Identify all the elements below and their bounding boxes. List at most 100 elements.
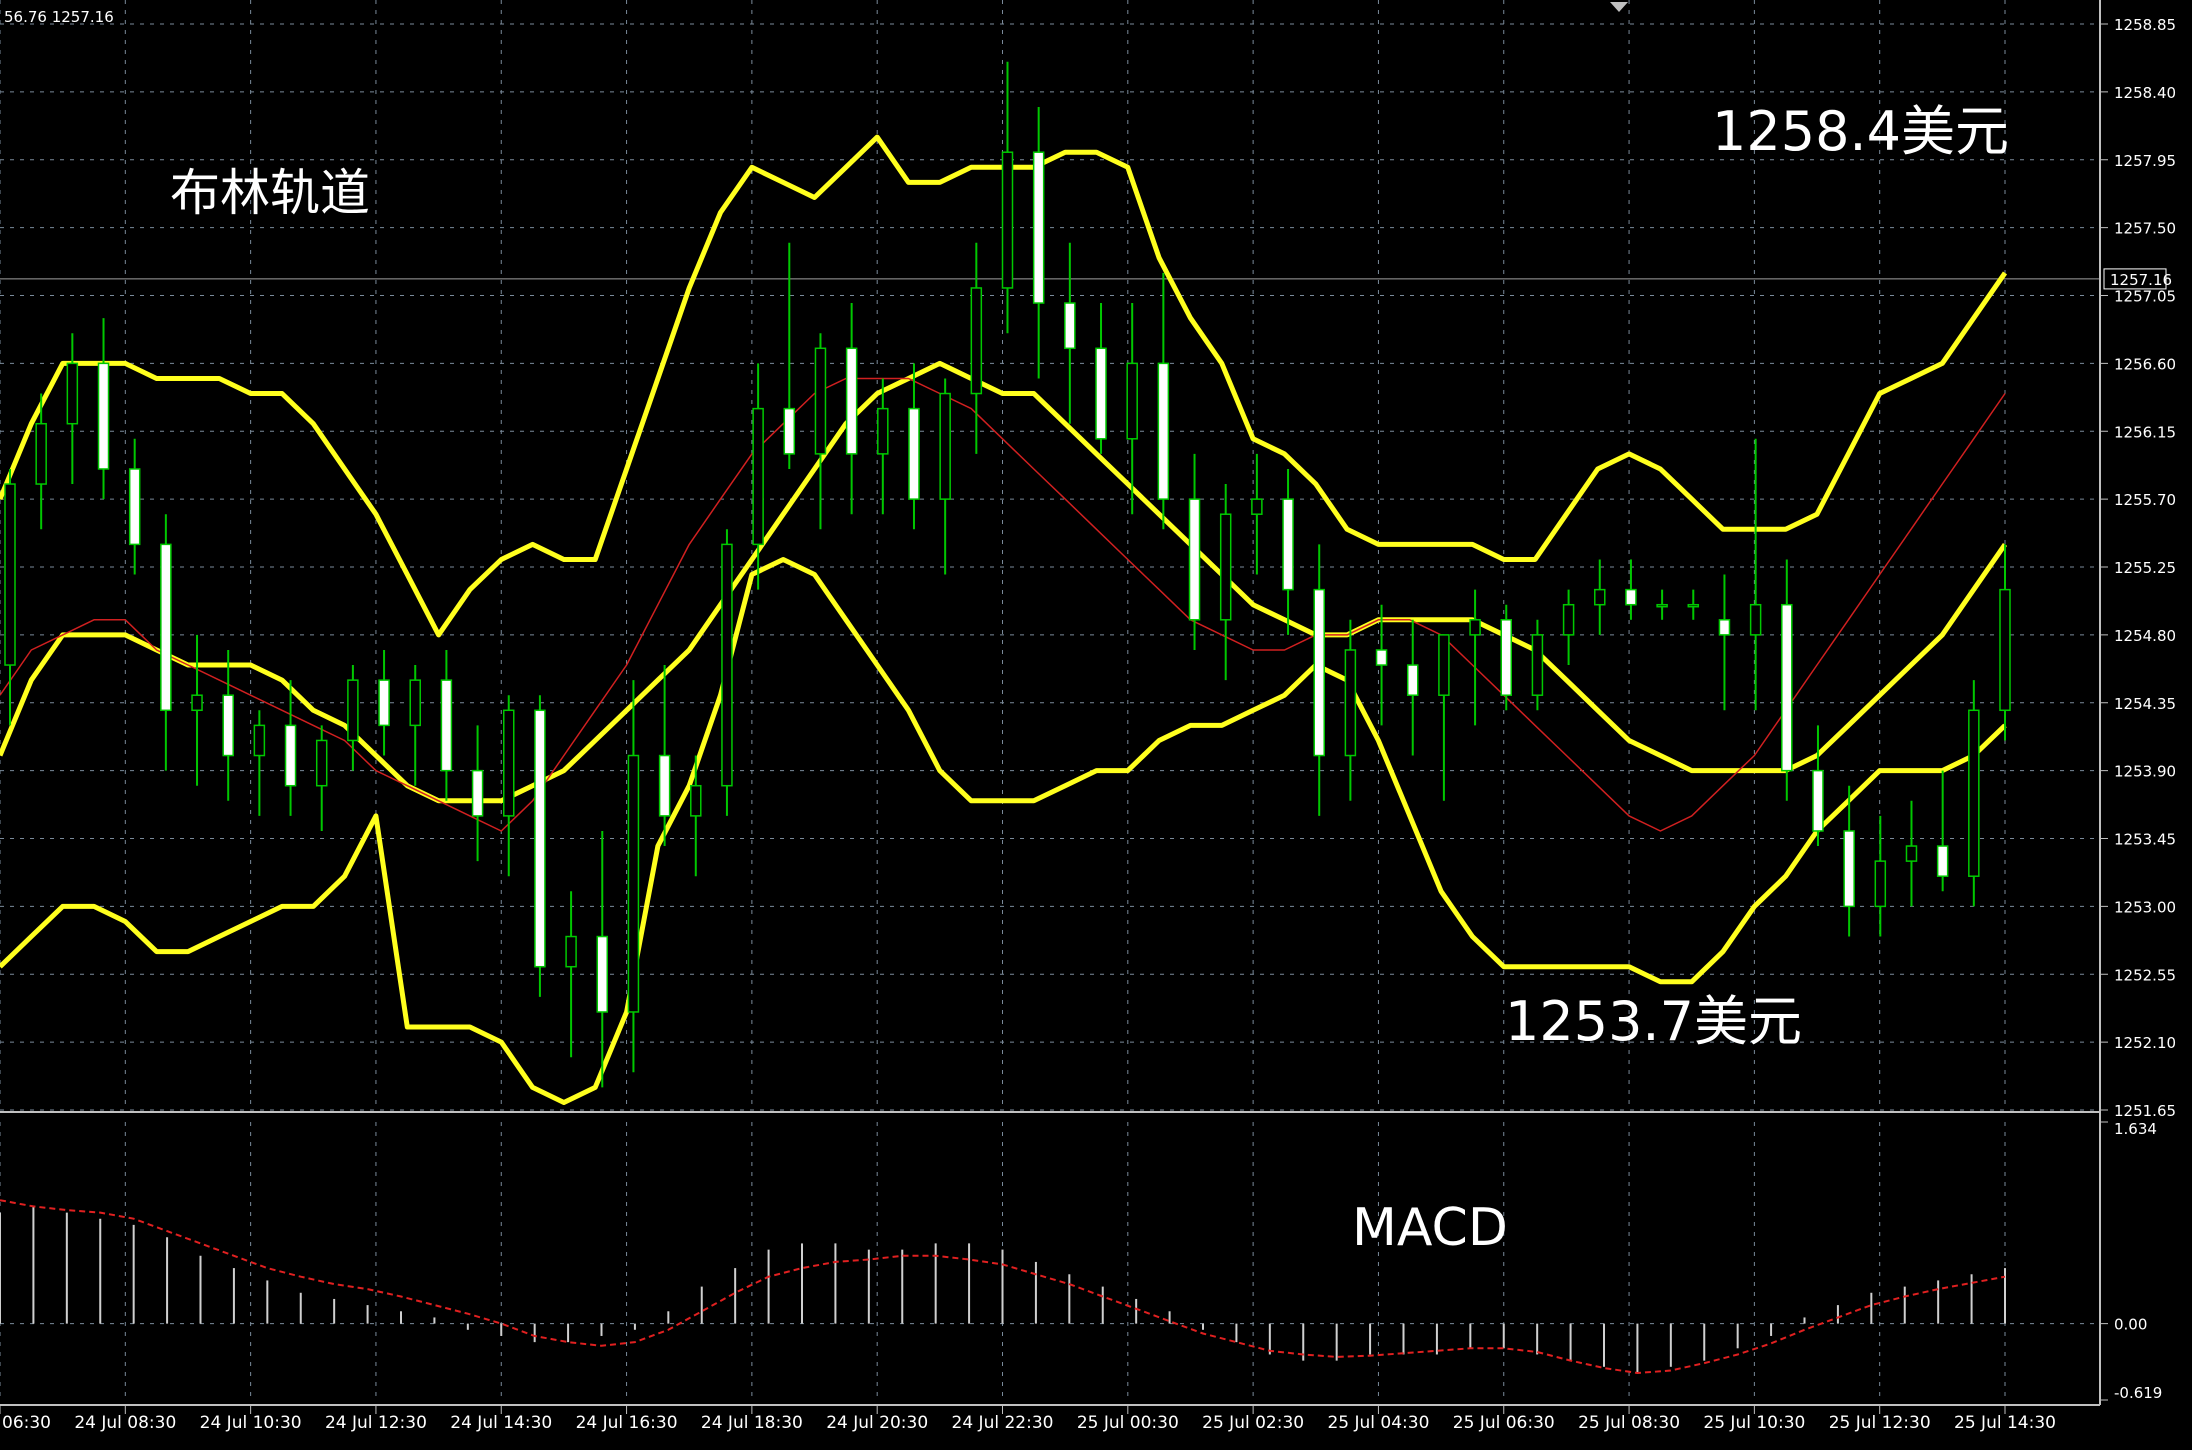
bear-candle	[97, 362, 110, 470]
price-tick-label: 1251.65	[2114, 1102, 2176, 1120]
bull-candle	[1749, 603, 1762, 636]
price-tick-label: 1252.55	[2114, 966, 2176, 984]
macd-tick-label: -0.619	[2114, 1384, 2162, 1402]
bear-candle	[1282, 498, 1294, 591]
bear-candle	[1406, 664, 1419, 696]
bear-candle	[378, 679, 390, 727]
bear-candle	[160, 543, 172, 712]
bull-candle	[1469, 619, 1481, 636]
price-tick-label: 1256.60	[2114, 355, 2176, 373]
bear-candle	[1313, 588, 1325, 757]
bull-candle	[565, 935, 577, 968]
price-tick-label: 1258.40	[2114, 84, 2176, 102]
bull-candle	[970, 287, 983, 395]
price-tick-label: 1257.05	[2114, 288, 2176, 306]
chart-shift-marker[interactable]	[1610, 2, 1628, 12]
bear-candle	[783, 407, 796, 455]
macd-histogram	[0, 1206, 2006, 1373]
bull-candle	[1001, 151, 1014, 289]
bear-candle	[284, 724, 297, 787]
time-tick-label: 25 Jul 02:30	[1202, 1413, 1304, 1433]
bear-candle	[658, 754, 671, 817]
bull-candle	[627, 754, 640, 1013]
bear-candle	[1812, 769, 1824, 832]
bear-candle	[596, 935, 609, 1013]
bull-candle	[1999, 588, 2011, 712]
bull-candle	[814, 347, 827, 455]
bull-candle	[1438, 634, 1450, 696]
ohlc-readout: 56.76 1257.16	[4, 8, 114, 26]
time-tick-label: 25 Jul 04:30	[1327, 1413, 1429, 1433]
bull-candle	[877, 407, 889, 455]
chart-window: 1258.85 1258.40 1257.95 1257.50 1257.05 1256.…	[0, 0, 2192, 1450]
time-axis: 06:30 24 Jul 08:30 24 Jul 10:30 24 Jul 12:3…	[0, 1405, 2056, 1433]
bull-candle	[347, 679, 359, 742]
price-tick-label: 1252.10	[2114, 1034, 2176, 1052]
bear-candle	[1718, 619, 1731, 636]
time-tick-label: 25 Jul 08:30	[1578, 1413, 1680, 1433]
bull-candle	[409, 679, 421, 727]
macd-axis: 1.634 0.00 -0.619	[2100, 1120, 2162, 1402]
time-tick-label: 25 Jul 00:30	[1077, 1413, 1179, 1433]
bear-candle	[1188, 498, 1201, 621]
time-tick-label: 24 Jul 16:30	[576, 1413, 678, 1433]
bull-candle	[253, 724, 266, 757]
bear-candle	[908, 407, 920, 500]
bull-candle	[1344, 649, 1357, 757]
time-tick-label: 25 Jul 10:30	[1703, 1413, 1805, 1433]
time-tick-label: 25 Jul 06:30	[1453, 1413, 1555, 1433]
time-tick-label: 24 Jul 08:30	[74, 1413, 176, 1433]
time-tick-label: 25 Jul 12:30	[1829, 1413, 1931, 1433]
bull-candle	[315, 739, 328, 787]
bollinger-label: 布林轨道	[170, 164, 370, 222]
bear-candle	[845, 347, 858, 455]
price-tick-label: 1254.35	[2114, 695, 2176, 713]
price-chart-svg[interactable]: 1258.85 1258.40 1257.95 1257.50 1257.05 1256.…	[0, 0, 2192, 1450]
time-tick-label: 25 Jul 14:30	[1954, 1413, 2056, 1433]
price-tick-label: 1256.15	[2114, 423, 2176, 441]
time-tick-label: 24 Jul 10:30	[200, 1413, 302, 1433]
bear-candle	[440, 679, 453, 772]
bear-candle	[1095, 347, 1107, 440]
bear-candle	[1032, 151, 1045, 304]
bull-candle	[1594, 588, 1606, 606]
high-price-label: 1258.4美元	[1712, 100, 2009, 163]
price-tick-label: 1255.25	[2114, 559, 2176, 577]
price-tick-label: 1253.90	[2114, 763, 2176, 781]
price-tick-label: 1254.80	[2114, 627, 2176, 645]
bear-candle	[534, 709, 546, 968]
bull-candle	[66, 362, 79, 425]
time-tick-label: 24 Jul 18:30	[701, 1413, 803, 1433]
bear-candle	[471, 769, 484, 817]
time-tick-label: 24 Jul 20:30	[826, 1413, 928, 1433]
price-tick-label: 1253.45	[2114, 831, 2176, 849]
bull-candle	[752, 407, 764, 546]
bull-candle	[191, 694, 203, 712]
price-tick-label: 1253.00	[2114, 898, 2176, 916]
bear-candle	[1375, 649, 1388, 666]
bear-candle	[1936, 845, 1949, 877]
bull-candle	[939, 392, 951, 500]
macd-tick-label: 1.634	[2114, 1120, 2157, 1138]
macd-label: MACD	[1352, 1198, 1508, 1258]
bull-candle	[1562, 603, 1575, 636]
bull-candle	[4, 483, 16, 666]
time-tick-label: 24 Jul 22:30	[952, 1413, 1054, 1433]
price-tick-label: 1258.85	[2114, 16, 2176, 34]
bear-candle	[1064, 302, 1076, 350]
bear-candle	[1781, 603, 1793, 772]
price-tick-label: 1257.50	[2114, 220, 2176, 238]
bear-candle	[128, 468, 141, 546]
current-price-label: 1257.16	[2110, 271, 2172, 289]
bull-candle	[1874, 860, 1887, 908]
low-price-label: 1253.7美元	[1505, 990, 1802, 1053]
bull-candle	[35, 422, 47, 485]
bear-candle	[1625, 588, 1637, 606]
bull-candle	[1905, 845, 1918, 862]
bull-candle	[503, 709, 515, 817]
time-tick-label: 24 Jul 14:30	[450, 1413, 552, 1433]
time-tick-label: 06:30	[2, 1413, 51, 1433]
bear-candle	[222, 694, 234, 757]
price-axis: 1258.85 1258.40 1257.95 1257.50 1257.05 1256.…	[2100, 16, 2176, 1120]
bull-candle	[1687, 603, 1700, 608]
